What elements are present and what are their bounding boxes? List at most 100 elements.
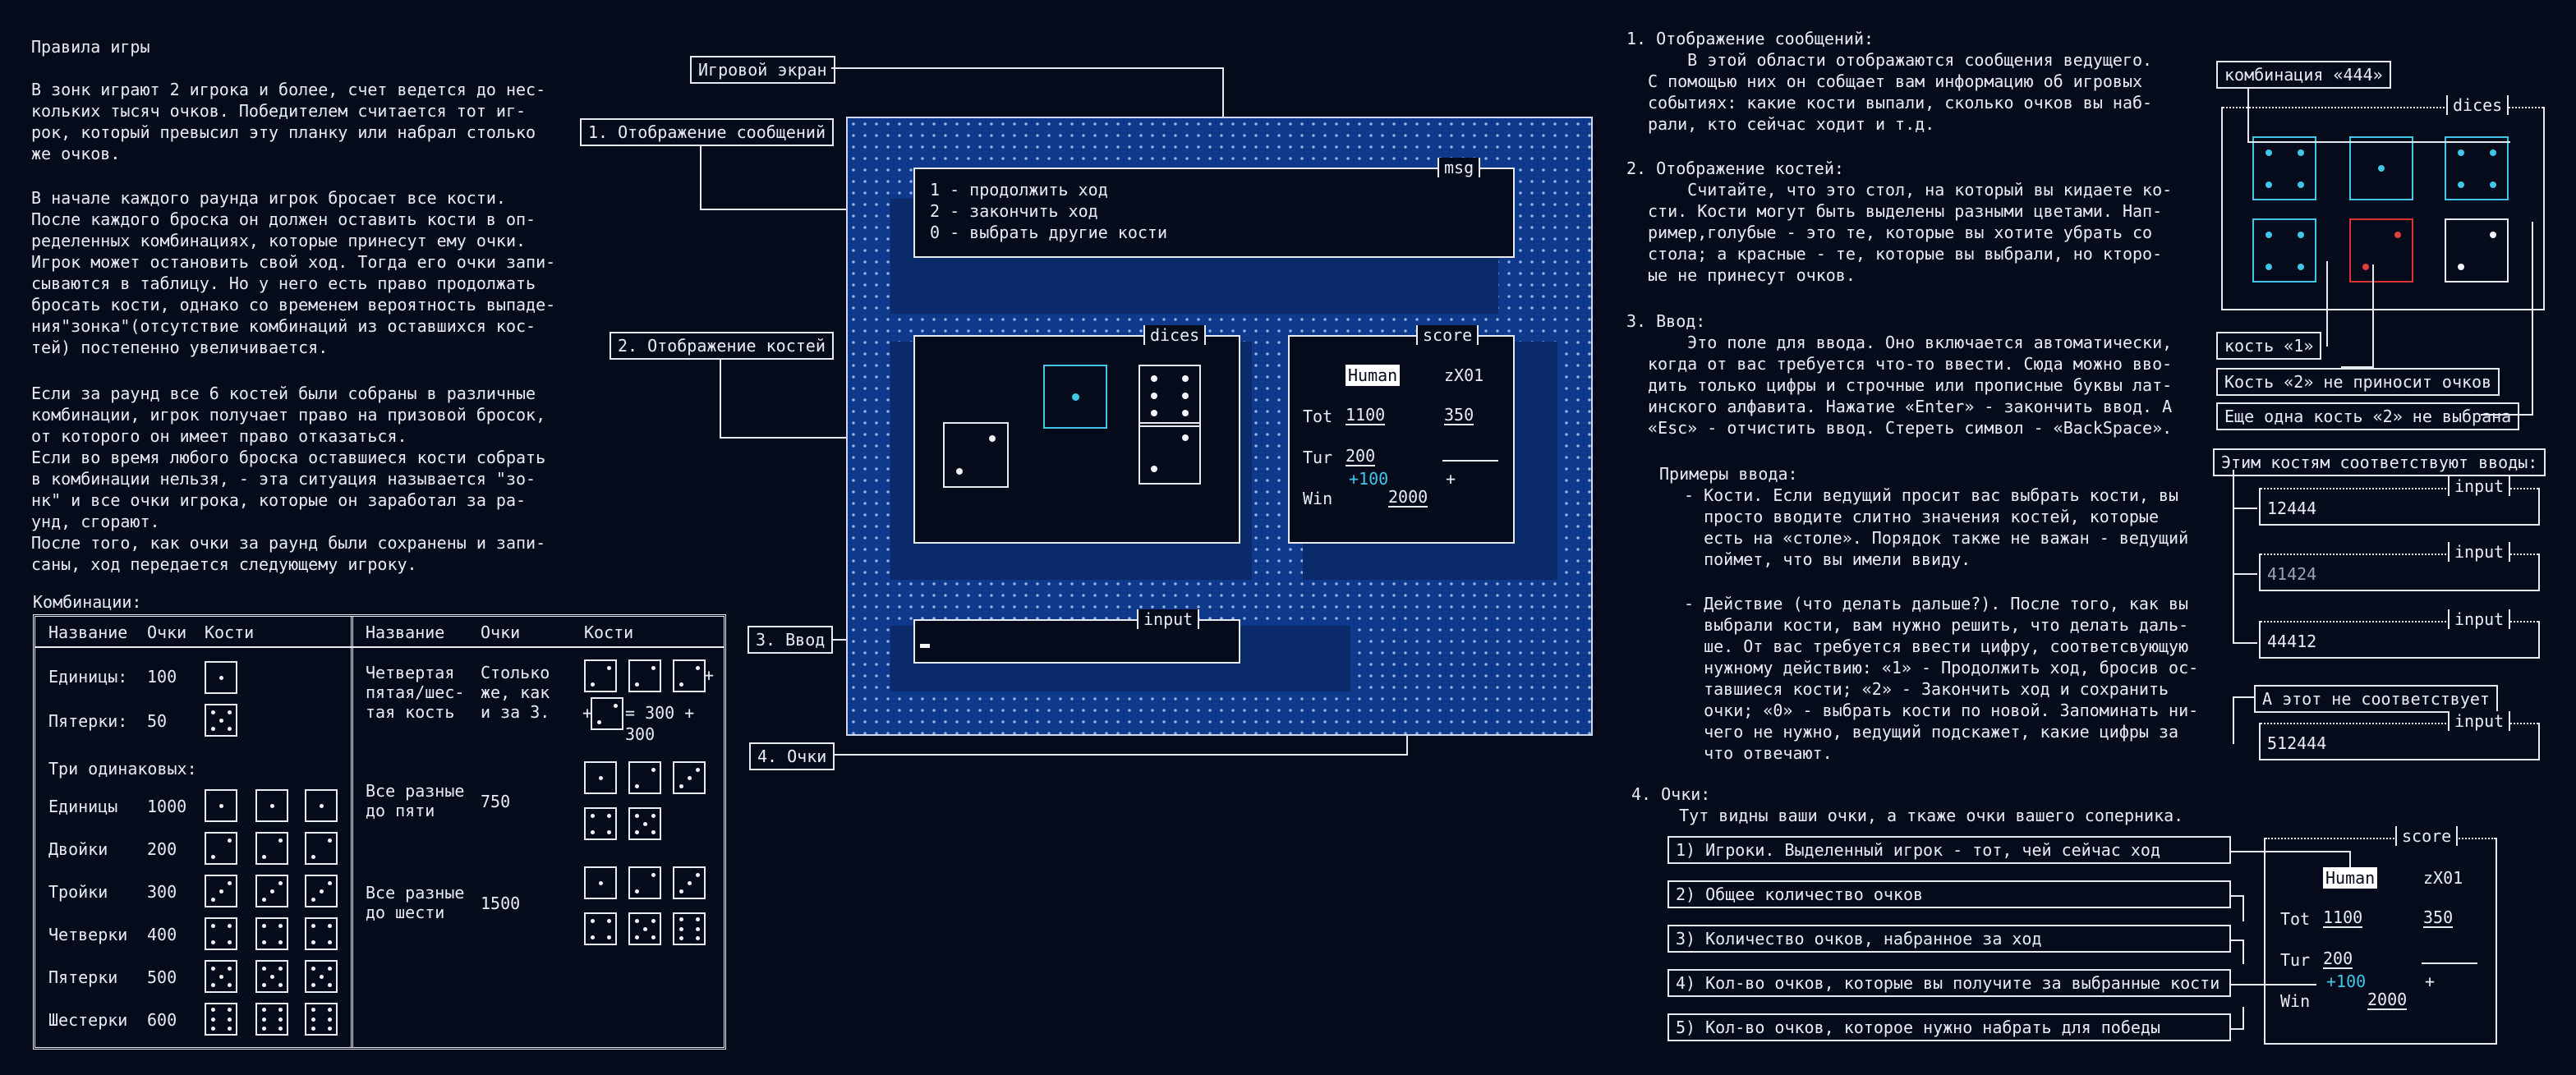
die-face-3: [255, 875, 288, 907]
die-pip: [227, 1026, 232, 1031]
die-face-2: [591, 697, 623, 730]
input-example-title: input: [2448, 609, 2511, 629]
msg-line: 0 - выбрать другие кости: [930, 223, 1167, 242]
die-face-6: [255, 1003, 288, 1036]
table-row-points: 750: [481, 792, 511, 811]
die-pip: [210, 726, 215, 731]
input-panel[interactable]: input: [913, 609, 1240, 664]
table-row-name: Тройки: [48, 882, 108, 902]
die-pip: [227, 1008, 232, 1013]
die-pip: [2489, 181, 2496, 188]
die-pip: [651, 918, 656, 923]
die-pip: [310, 1017, 315, 1022]
die-face-6: [205, 1003, 237, 1036]
connector: [2242, 939, 2244, 964]
die-pip: [327, 1008, 332, 1013]
table-row-points: 300: [147, 882, 177, 902]
connector: [2233, 642, 2257, 644]
die-pip: [1151, 393, 1157, 399]
help-section-4-title: 4. Очки:: [1631, 784, 1711, 804]
die-pip: [651, 829, 656, 834]
connector: [835, 754, 1408, 756]
table-divider: [351, 617, 356, 1047]
die-pip: [1151, 410, 1157, 417]
die-pip: [1151, 374, 1157, 382]
die-pip: [1182, 393, 1189, 399]
input-example-value: 12444: [2267, 498, 2317, 518]
score-legend-item: 2) Общее количество очков: [1668, 880, 2231, 908]
table-row-name: Пятерки:: [48, 711, 128, 731]
die-pip: [606, 935, 611, 939]
help-example-dice: - Кости. Если ведущий просит вас выбрать…: [1684, 485, 2189, 569]
connector: [700, 146, 702, 209]
die-face-4: [205, 917, 237, 950]
die-pip: [598, 775, 603, 780]
die-pip: [678, 917, 683, 922]
die-pip: [278, 939, 283, 944]
die-pip: [606, 918, 611, 923]
die-pip: [695, 935, 700, 940]
die-pip: [261, 1017, 266, 1022]
player-name-active: Human: [1346, 365, 1401, 386]
die-pip: [2362, 263, 2369, 270]
die-pip: [606, 829, 611, 834]
die-pip: [269, 889, 274, 894]
die-pip: [319, 803, 324, 808]
die-face-5: [205, 704, 237, 737]
die-pip: [2265, 149, 2272, 156]
input-example: input 41424: [2259, 542, 2540, 591]
die-face-3: [305, 875, 338, 907]
die-pip: [678, 935, 683, 940]
combinations-label: Комбинации:: [33, 592, 142, 612]
die-pip: [687, 880, 692, 885]
connector: [2247, 141, 2510, 143]
die-face-5: [305, 960, 338, 993]
input-cursor: [920, 644, 930, 648]
die-pip: [678, 783, 683, 788]
dices-panel: dices: [913, 325, 1240, 544]
die-pip: [1182, 374, 1189, 382]
connector: [2233, 696, 2254, 698]
die-pip: [634, 813, 639, 818]
help-section-4-body: Тут видны ваши очки, а ткаже очки вашего…: [1649, 806, 2184, 825]
score-panel: score Human zX01 Tot 1100 350 Tur 200 +1…: [1288, 325, 1515, 544]
die-pip: [218, 803, 223, 808]
msg-line: 2 - закончить ход: [930, 201, 1098, 221]
die-pip: [634, 829, 639, 834]
help-examples-title: Примеры ввода:: [1659, 464, 1798, 484]
die-face-1: [305, 789, 338, 822]
die-pip: [261, 966, 266, 971]
label-die-one: кость «1»: [2216, 332, 2322, 360]
score-example-title: score: [2395, 826, 2459, 846]
connector: [2242, 895, 2244, 921]
connector: [2247, 87, 2249, 141]
bonus-plus: +: [2425, 972, 2436, 991]
connector: [2242, 1007, 2244, 1030]
header-name-right: Название: [366, 622, 445, 642]
table-header-line: [35, 646, 724, 648]
die-face-4: [305, 917, 338, 950]
bonus-plus: +: [1446, 469, 1456, 489]
die-pip: [590, 682, 595, 687]
die-pip: [651, 665, 656, 670]
bonus-value: +100: [2326, 972, 2367, 991]
label-combo-444: комбинация «444»: [2216, 61, 2391, 89]
die-face-2: [628, 761, 661, 794]
die-pip: [634, 918, 639, 923]
die-pip: [210, 982, 215, 987]
die-pip: [327, 966, 332, 971]
table-row-name: Четверки: [48, 925, 128, 944]
input-title: input: [1137, 609, 1200, 629]
die-face-6: [1138, 365, 1201, 427]
dice-example-title: dices: [2446, 95, 2509, 115]
tur-value-line: [2422, 962, 2477, 964]
help-example-action: - Действие (что делать дальше?). После т…: [1684, 594, 2199, 763]
die-pip: [278, 1008, 283, 1013]
die-pip: [278, 1017, 283, 1022]
combinations-table: Название Очки Кости Название Очки Кости …: [33, 614, 726, 1050]
die-face-1: [255, 789, 288, 822]
die-pip: [327, 939, 332, 944]
die-face-2: [2445, 218, 2509, 283]
die-pip: [2489, 231, 2496, 238]
input-bad-caption: А этот не соответствует: [2254, 685, 2498, 713]
